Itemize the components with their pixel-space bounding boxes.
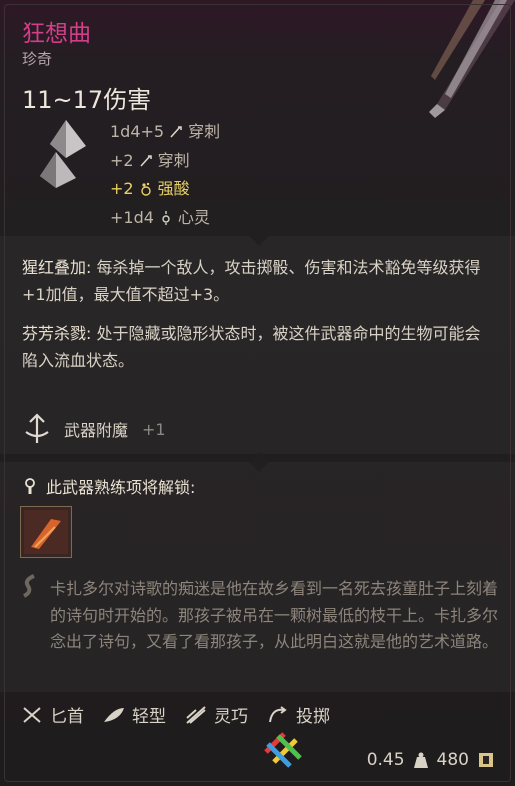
piercing-icon: [139, 154, 152, 167]
enchantment-value: +1: [142, 419, 166, 439]
damage-type: 穿刺: [157, 150, 190, 170]
item-price: 480: [436, 750, 469, 770]
property-dagger: 匕首: [20, 702, 84, 727]
property-label: 灵巧: [214, 707, 248, 727]
item-footer: 0.45 480: [367, 750, 495, 770]
enchant-icon: [25, 413, 49, 443]
passive-fragrant-slaughter: 芬芳杀戮: 处于隐藏或隐形状态时，被这件武器命中的生物可能会陷入流血状态。: [22, 320, 493, 374]
item-rarity: 珍奇: [22, 50, 53, 68]
quote-icon: [23, 574, 35, 598]
gold-icon: [479, 753, 493, 767]
feather-icon: [104, 707, 124, 722]
enchantment-label: 武器附魔: [64, 421, 129, 440]
property-light: 轻型: [102, 702, 166, 727]
damage-amount: +2: [110, 179, 134, 198]
piercing-icon: [170, 126, 182, 138]
item-damage: 11~17伤害: [22, 86, 152, 114]
damage-amount: 1d4+5: [110, 122, 165, 141]
damage-line: +2 穿刺: [110, 147, 220, 176]
damage-line: +1d4 心灵: [110, 204, 220, 233]
enchantment-row: 武器附魔 +1: [20, 412, 166, 446]
passive-text: 每杀掉一个敌人，攻击掷骰、伤害和法术豁免等级获得+1加值，最大值不超过+3。: [22, 258, 481, 304]
weight-icon: [413, 752, 428, 768]
damage-amount: +1d4: [110, 207, 154, 227]
passive-scarlet-stack: 猩红叠加: 每杀掉一个敌人，攻击掷骰、伤害和法术豁免等级获得+1加值，最大值不超…: [22, 254, 493, 308]
psychic-icon: [162, 210, 170, 225]
passive-label: 芬芳杀戮:: [22, 324, 92, 343]
weapon-art-icon: [429, 0, 515, 118]
damage-line: 1d4+5 穿刺: [110, 118, 220, 147]
item-weight: 0.45: [366, 750, 405, 770]
watermark-logo-icon: [264, 732, 302, 768]
damage-line: +2 强酸: [110, 175, 220, 204]
dagger-icon: [23, 706, 41, 723]
lore-text: 卡扎多尔对诗歌的痴迷是他在故乡看到一名死去孩童肚子上刻着的诗句时开始的。那孩子被…: [50, 579, 499, 651]
passive-text: 处于隐藏或隐形状态时，被这件武器命中的生物可能会陷入流血状态。: [22, 324, 481, 370]
property-finesse: 灵巧: [184, 702, 248, 727]
lock-icon: [25, 478, 35, 494]
damage-type: 强酸: [157, 179, 190, 198]
item-tooltip: 狂想曲 珍奇 11~17伤害 1d4+5 穿刺 +2 穿刺 +2 强酸 +1d4…: [0, 0, 515, 786]
property-label: 匕首: [50, 707, 84, 727]
proficiency-unlock: 此武器熟练项将解锁:: [22, 474, 195, 498]
damage-type: 心灵: [177, 207, 210, 227]
damage-breakdown: 1d4+5 穿刺 +2 穿刺 +2 强酸 +1d4 心灵: [110, 118, 220, 232]
proficiency-label: 此武器熟练项将解锁:: [46, 478, 196, 497]
acid-icon: [140, 183, 151, 196]
property-label: 轻型: [132, 707, 166, 727]
damage-amount: +2: [110, 150, 134, 170]
damage-type: 穿刺: [188, 122, 221, 141]
passive-label: 猩红叠加:: [22, 258, 92, 277]
dice-icon: [40, 120, 86, 188]
finesse-icon: [186, 705, 206, 724]
item-name: 狂想曲: [22, 21, 91, 47]
skill-icon: [24, 510, 68, 554]
skill-slot[interactable]: [20, 506, 72, 558]
